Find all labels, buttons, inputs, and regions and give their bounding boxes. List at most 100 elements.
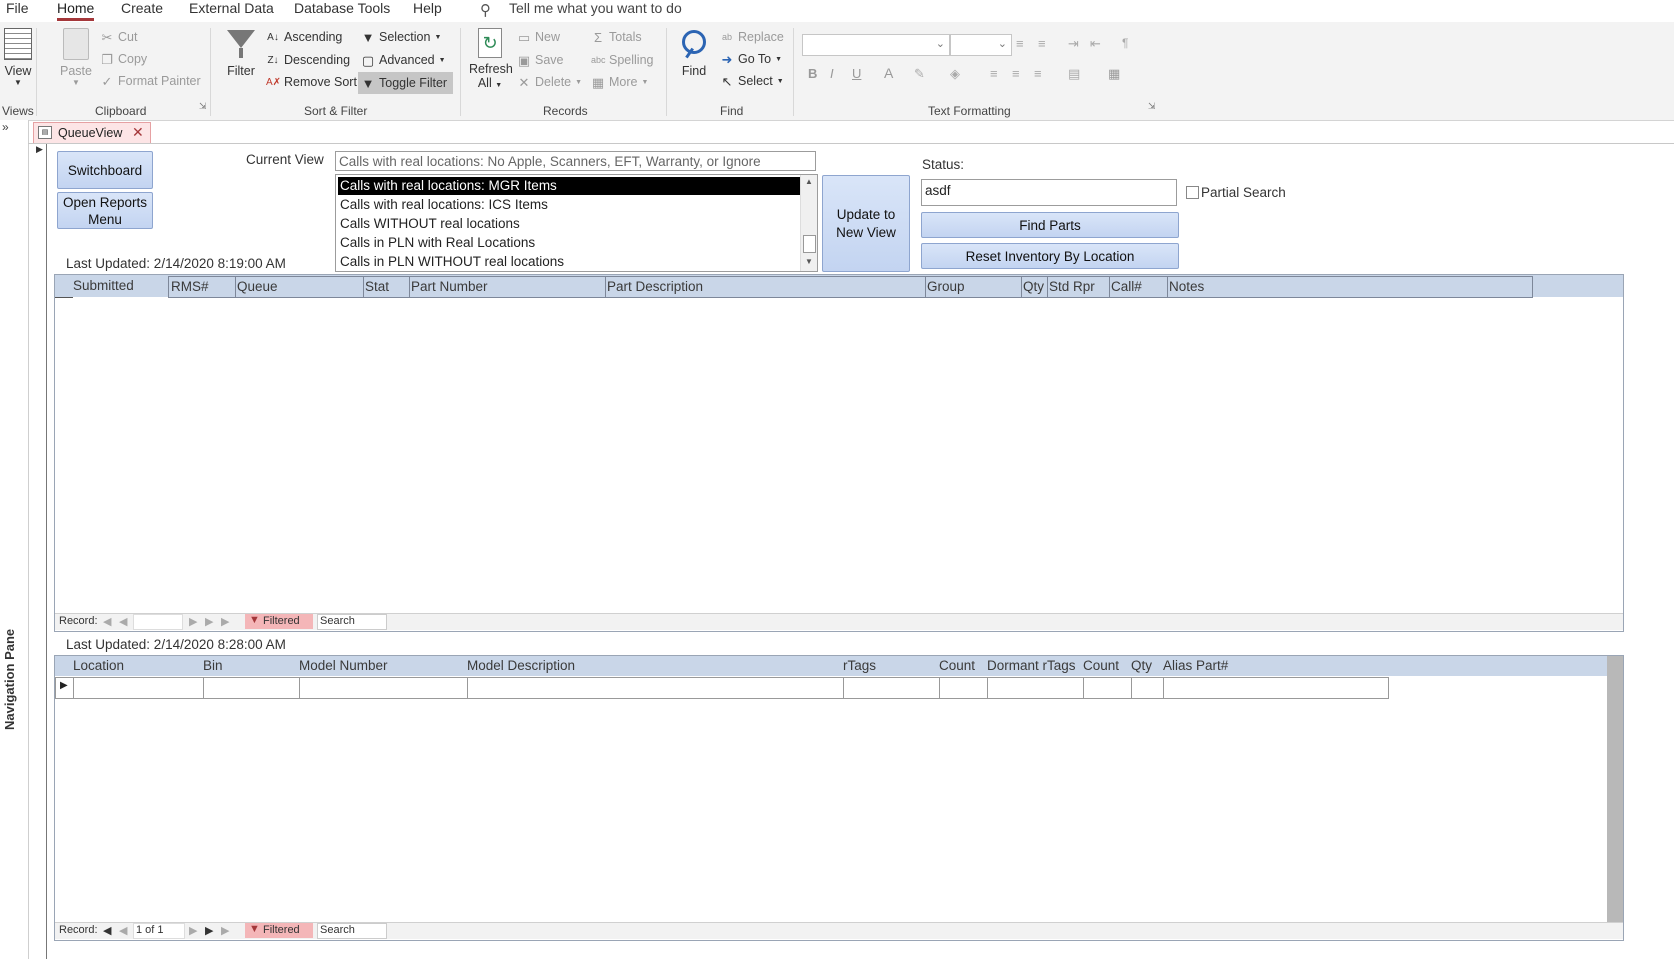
font-name-combo[interactable]: ⌄: [802, 34, 950, 56]
column-header[interactable]: Model Description: [467, 656, 575, 676]
next-record-icon[interactable]: ▶: [189, 924, 197, 937]
column-header[interactable]: Queue: [235, 277, 364, 297]
numbering-icon[interactable]: ≡: [1038, 36, 1046, 51]
column-header[interactable]: Std Rpr: [1047, 277, 1110, 297]
queue-grid[interactable]: Submitted RMS# Queue Stat Part Number Pa…: [54, 274, 1624, 632]
filter-button[interactable]: Filter: [222, 28, 260, 78]
dialog-launcher-icon[interactable]: ⇲: [1148, 101, 1156, 112]
scroll-up-icon[interactable]: ▲: [805, 177, 813, 186]
column-header[interactable]: Call#: [1109, 277, 1168, 297]
column-header[interactable]: rTags: [843, 656, 876, 676]
advanced-button[interactable]: ▢ Advanced ▼: [361, 51, 446, 69]
refresh-all-button[interactable]: ↻ Refresh All ▼: [469, 28, 513, 90]
column-header[interactable]: Bin: [203, 656, 223, 676]
table-row[interactable]: ▶: [55, 677, 1389, 699]
tab-queueview[interactable]: ▤ QueueView ✕: [33, 122, 151, 144]
go-to-button[interactable]: ➜ Go To ▼: [720, 50, 783, 68]
indent-decrease-icon[interactable]: ⇤: [1090, 36, 1101, 52]
view-listbox[interactable]: Calls with real locations: MGR Items Cal…: [335, 174, 818, 272]
close-icon[interactable]: ✕: [132, 124, 144, 141]
filtered-indicator[interactable]: ▼ Filtered: [245, 614, 313, 629]
paragraph-icon[interactable]: ¶: [1122, 36, 1128, 50]
vertical-scrollbar[interactable]: [1607, 656, 1623, 924]
bullets-icon[interactable]: ≡: [1016, 36, 1024, 51]
menu-external-data[interactable]: External Data: [189, 0, 274, 17]
italic-button[interactable]: I: [830, 66, 834, 81]
copy-button[interactable]: ❐ Copy: [100, 50, 147, 68]
underline-button[interactable]: U: [852, 66, 861, 81]
spelling-button[interactable]: abc Spelling: [591, 51, 653, 69]
gridlines-icon[interactable]: ▦: [1108, 66, 1120, 82]
prev-record-icon[interactable]: ◀: [119, 615, 127, 628]
align-left-icon[interactable]: ≡: [990, 66, 998, 81]
column-header[interactable]: Group: [925, 277, 1022, 297]
new-record-icon[interactable]: ▶: [221, 615, 229, 628]
first-record-icon[interactable]: ◀: [103, 924, 111, 937]
reset-inventory-button[interactable]: Reset Inventory By Location: [921, 243, 1179, 269]
list-item[interactable]: Calls in PLN WITHOUT real locations: [340, 253, 564, 271]
align-center-icon[interactable]: ≡: [1012, 66, 1020, 81]
menu-home[interactable]: Home: [57, 0, 95, 21]
more-button[interactable]: ▦ More ▼: [591, 73, 649, 91]
column-header[interactable]: Dormant rTags: [987, 656, 1076, 676]
cut-button[interactable]: ✂ Cut: [100, 28, 138, 46]
menu-help[interactable]: Help: [413, 0, 442, 17]
remove-sort-button[interactable]: A✗ Remove Sort: [266, 73, 357, 91]
font-color-button[interactable]: A: [884, 65, 893, 81]
column-header[interactable]: Submitted: [73, 276, 134, 296]
filtered-indicator[interactable]: ▼ Filtered: [245, 923, 313, 938]
dialog-launcher-icon[interactable]: ⇲: [199, 101, 207, 112]
form-record-selector[interactable]: ▶: [32, 144, 47, 959]
record-number-input[interactable]: 1 of 1: [133, 923, 185, 939]
paste-button[interactable]: Paste ▼: [58, 28, 94, 87]
view-button[interactable]: View ▼: [2, 28, 34, 87]
select-button[interactable]: ↖ Select ▼: [720, 72, 784, 90]
next-record-icon[interactable]: ▶: [189, 615, 197, 628]
navigation-pane[interactable]: » Navigation Pane: [0, 120, 29, 959]
list-item[interactable]: Calls with real locations: MGR Items: [340, 177, 557, 195]
record-number-input[interactable]: [133, 614, 183, 630]
conditional-format-icon[interactable]: ▤: [1068, 66, 1080, 82]
column-header[interactable]: Stat: [363, 277, 410, 297]
column-header[interactable]: RMS#: [169, 277, 236, 297]
fill-color-icon[interactable]: ◈: [950, 66, 960, 82]
toggle-filter-button[interactable]: ▼ Toggle Filter: [358, 72, 454, 94]
column-header[interactable]: Notes: [1167, 277, 1529, 297]
selection-button[interactable]: ▼ Selection ▼: [361, 28, 442, 46]
save-record-button[interactable]: ▣ Save: [517, 51, 564, 69]
highlight-icon[interactable]: ✎: [914, 66, 925, 82]
partial-search-checkbox[interactable]: [1186, 186, 1199, 199]
find-parts-button[interactable]: Find Parts: [921, 212, 1179, 238]
update-view-button[interactable]: Update to New View: [822, 175, 910, 272]
scroll-thumb[interactable]: [803, 235, 816, 253]
column-header[interactable]: Part Number: [409, 277, 606, 297]
column-header[interactable]: Location: [73, 656, 124, 676]
search-box[interactable]: Search: [317, 923, 387, 939]
new-record-icon[interactable]: ▶: [221, 924, 229, 937]
list-item[interactable]: Calls in PLN with Real Locations: [340, 234, 535, 252]
search-box[interactable]: Search: [317, 614, 387, 630]
descending-button[interactable]: Z↓ Descending: [266, 51, 350, 69]
column-header[interactable]: Part Description: [605, 277, 926, 297]
column-header[interactable]: Model Number: [299, 656, 388, 676]
align-right-icon[interactable]: ≡: [1034, 66, 1042, 81]
last-record-icon[interactable]: ▶: [205, 615, 213, 628]
indent-increase-icon[interactable]: ⇥: [1068, 36, 1079, 52]
scroll-down-icon[interactable]: ▼: [805, 257, 813, 266]
format-painter-button[interactable]: ✓ Format Painter: [100, 72, 201, 90]
list-item[interactable]: Calls with real locations: ICS Items: [340, 196, 548, 214]
menu-file[interactable]: File: [6, 0, 29, 17]
ascending-button[interactable]: A↓ Ascending: [266, 28, 342, 46]
current-view-field[interactable]: Calls with real locations: No Apple, Sca…: [335, 151, 816, 171]
replace-button[interactable]: ab Replace: [720, 28, 784, 46]
tell-me-box[interactable]: Tell me what you want to do: [509, 0, 682, 17]
list-item[interactable]: Calls WITHOUT real locations: [340, 215, 520, 233]
column-header[interactable]: Count: [1083, 656, 1119, 676]
menu-create[interactable]: Create: [121, 0, 163, 17]
prev-record-icon[interactable]: ◀: [119, 924, 127, 937]
font-size-combo[interactable]: ⌄: [950, 34, 1012, 56]
menu-database-tools[interactable]: Database Tools: [294, 0, 390, 17]
list-scrollbar[interactable]: ▲ ▼: [800, 175, 817, 271]
column-header[interactable]: Qty: [1131, 656, 1152, 676]
bold-button[interactable]: B: [808, 66, 817, 81]
